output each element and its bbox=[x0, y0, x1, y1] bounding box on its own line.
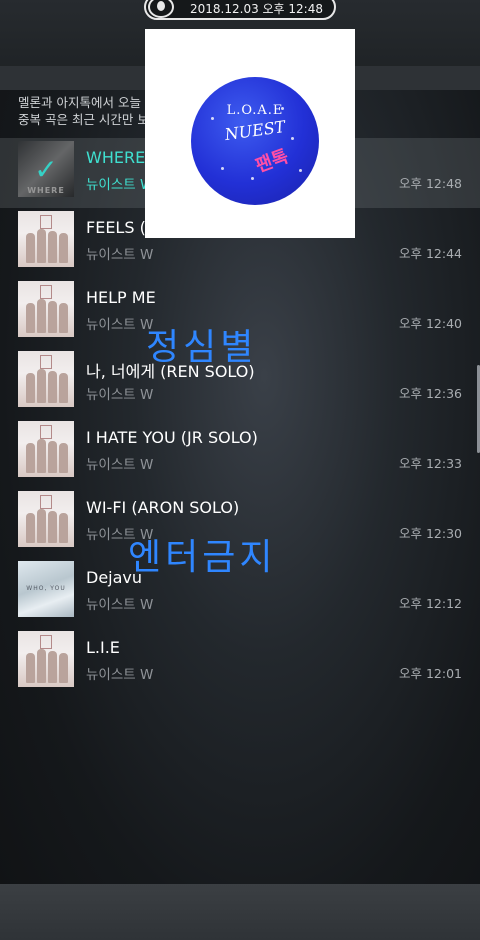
track-artist: 뉴이스트 W bbox=[86, 387, 154, 403]
thumb-label: WHO, YOU bbox=[26, 585, 66, 592]
track-artist: 뉴이스트 W bbox=[86, 597, 154, 613]
album-thumbnail bbox=[18, 491, 74, 547]
album-art-popup: L.O.A.E NUEST 팬톡 bbox=[145, 29, 355, 238]
album-thumbnail bbox=[18, 211, 74, 267]
album-thumbnail bbox=[18, 631, 74, 687]
status-pill: 2018.12.03 오후 12:48 bbox=[144, 0, 336, 20]
track-title: WHERE bbox=[86, 148, 146, 167]
track-artist: 뉴이스트 W bbox=[86, 317, 154, 333]
track-artist: 뉴이스트 W bbox=[86, 177, 154, 193]
album-thumbnail: WHERE ✓ bbox=[18, 141, 74, 197]
track-time: 오후 12:12 bbox=[399, 596, 462, 611]
album-thumbnail: WHO, YOU bbox=[18, 561, 74, 617]
album-thumbnail bbox=[18, 351, 74, 407]
album-thumbnail bbox=[18, 421, 74, 477]
watermark-text: 엔터금지 bbox=[128, 537, 277, 578]
track-time: 오후 12:48 bbox=[399, 176, 462, 191]
check-icon: ✓ bbox=[18, 141, 74, 197]
track-time: 오후 12:36 bbox=[399, 386, 462, 401]
track-title: L.I.E bbox=[86, 638, 120, 657]
track-title: FEELS ( bbox=[86, 218, 146, 237]
track-row[interactable]: L.I.E 뉴이스트 W 오후 12:01 bbox=[0, 628, 480, 698]
track-title: WI-FI (ARON SOLO) bbox=[86, 498, 240, 517]
album-thumbnail bbox=[18, 281, 74, 337]
music-disc-icon bbox=[148, 0, 174, 18]
track-time: 오후 12:01 bbox=[399, 666, 462, 681]
status-datetime: 2018.12.03 오후 12:48 bbox=[190, 2, 323, 16]
bottom-bar bbox=[0, 884, 480, 940]
track-time: 오후 12:40 bbox=[399, 316, 462, 331]
track-title: I HATE YOU (JR SOLO) bbox=[86, 428, 258, 447]
track-artist: 뉴이스트 W bbox=[86, 667, 154, 683]
track-time: 오후 12:33 bbox=[399, 456, 462, 471]
album-art-tag: 팬톡 bbox=[252, 145, 292, 177]
track-artist: 뉴이스트 W bbox=[86, 457, 154, 473]
album-art-logo: L.O.A.E NUEST 팬톡 bbox=[191, 77, 319, 205]
track-time: 오후 12:30 bbox=[399, 526, 462, 541]
track-title: HELP ME bbox=[86, 288, 156, 307]
track-row[interactable]: I HATE YOU (JR SOLO) 뉴이스트 W 오후 12:33 bbox=[0, 418, 480, 488]
track-time: 오후 12:44 bbox=[399, 246, 462, 261]
watermark-text: 정심별 bbox=[146, 327, 258, 368]
track-artist: 뉴이스트 W bbox=[86, 247, 154, 263]
